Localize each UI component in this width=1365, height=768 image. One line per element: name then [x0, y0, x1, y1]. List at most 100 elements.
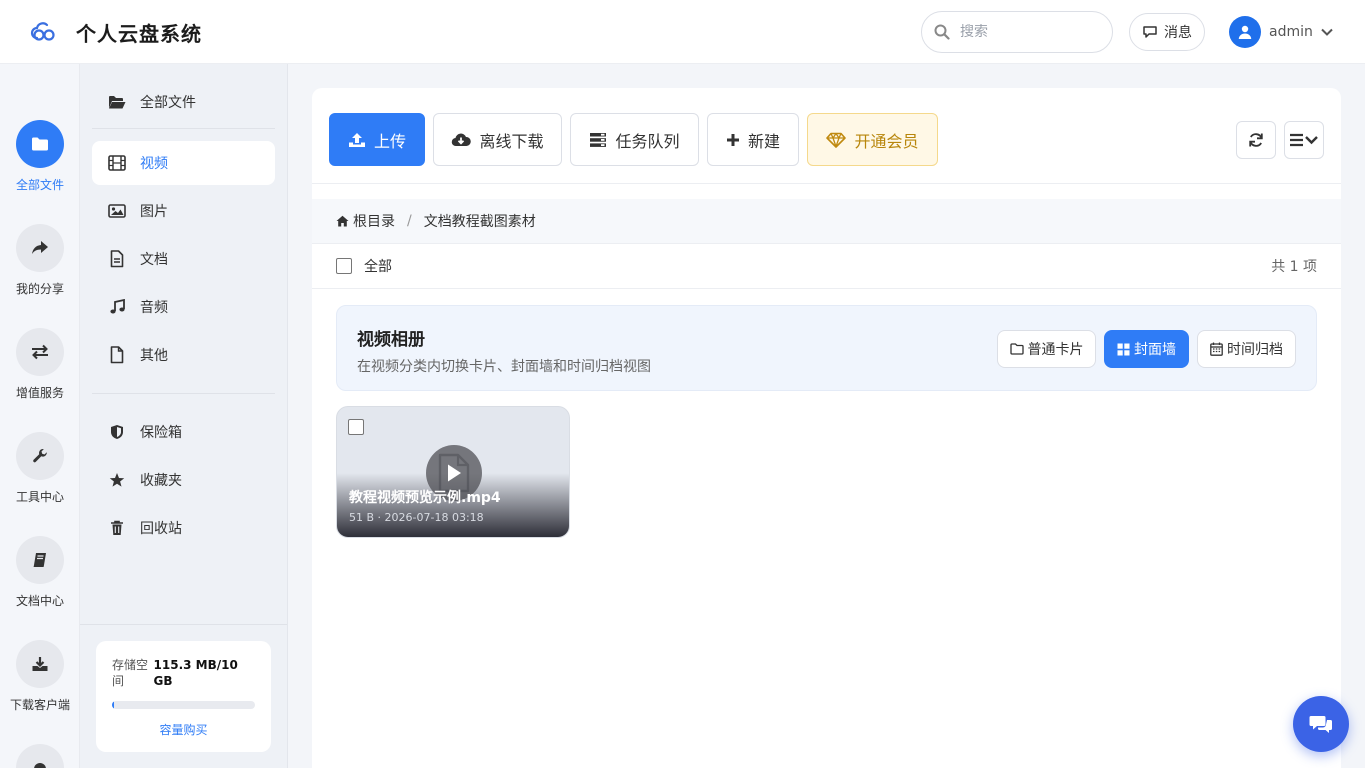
more-icon: [34, 763, 46, 768]
rail-item-download-client[interactable]: 下载客户端: [0, 640, 80, 713]
category-label: 其他: [140, 348, 168, 364]
search-box[interactable]: [921, 11, 1113, 53]
file-meta: 51 B · 2026-07-18 03:18: [349, 511, 484, 524]
task-queue-button[interactable]: 任务队列: [570, 113, 699, 166]
rail-item-all-files[interactable]: 全部文件: [0, 120, 80, 193]
rail-item-docs-center[interactable]: 文档中心: [0, 536, 80, 609]
app-title: 个人云盘系统: [76, 22, 202, 46]
storage-card: 存储空间 115.3 MB/10 GB 容量购买: [96, 641, 271, 752]
diamond-icon: [826, 132, 847, 148]
folder-icon: [32, 137, 48, 151]
view-label: 时间归档: [1227, 342, 1283, 358]
main-panel: 上传 离线下载 任务队列 新建 开通会员 根目录 / 文档教程截图素材 全部 共…: [312, 88, 1341, 768]
rail-item-label: 增值服务: [15, 386, 64, 400]
music-icon: [108, 298, 126, 316]
chat-support-button[interactable]: [1293, 696, 1349, 752]
category-safe[interactable]: 保险箱: [92, 410, 275, 454]
film-icon: [108, 154, 126, 172]
rail-item-value-added[interactable]: 增值服务: [0, 328, 80, 401]
view-time-archive-button[interactable]: 时间归档: [1197, 330, 1296, 368]
category-trash[interactable]: 回收站: [92, 506, 275, 550]
view-label: 普通卡片: [1027, 342, 1084, 358]
category-video[interactable]: 视频: [92, 141, 275, 185]
breadcrumb-root[interactable]: 根目录: [336, 211, 395, 231]
refresh-button[interactable]: [1236, 121, 1276, 159]
item-count: 共 1 项: [1271, 259, 1317, 275]
star-icon: [108, 471, 126, 489]
home-icon: [336, 215, 349, 227]
view-cover-wall-button[interactable]: 封面墙: [1104, 330, 1189, 368]
avatar[interactable]: [1229, 16, 1261, 48]
new-button[interactable]: 新建: [707, 113, 799, 166]
share-icon: [32, 241, 48, 254]
image-icon: [108, 202, 126, 220]
trash-icon: [108, 519, 126, 537]
cloud-logo-icon[interactable]: [30, 20, 58, 44]
storage-progress-fill: [112, 701, 114, 709]
category-other[interactable]: 其他: [92, 333, 275, 377]
wrench-icon: [33, 449, 47, 463]
view-menu-button[interactable]: [1284, 121, 1324, 159]
user-menu[interactable]: admin: [1229, 16, 1333, 48]
rail-item-my-share[interactable]: 我的分享: [0, 224, 80, 297]
category-label: 音频: [140, 300, 168, 316]
category-audio[interactable]: 音频: [92, 285, 275, 329]
category-label: 视频: [140, 156, 168, 172]
category-label: 收藏夹: [140, 473, 182, 489]
toolbar: 上传 离线下载 任务队列 新建 开通会员: [312, 88, 1341, 184]
shield-icon: [108, 423, 126, 441]
messages-button[interactable]: 消息: [1129, 13, 1205, 51]
offline-download-label: 离线下载: [479, 131, 544, 151]
storage-section: 存储空间 115.3 MB/10 GB 容量购买: [80, 624, 287, 768]
category-label: 回收站: [140, 521, 182, 537]
album-description: 在视频分类内切换卡片、封面墙和时间归档视图: [357, 359, 651, 375]
storage-value: 115.3 MB/10 GB: [153, 658, 238, 688]
category-images[interactable]: 图片: [92, 189, 275, 233]
category-all-files[interactable]: 全部文件: [92, 80, 275, 124]
grid-icon: [1117, 343, 1130, 356]
task-queue-label: 任务队列: [615, 131, 680, 151]
exchange-icon: [32, 344, 48, 360]
new-label: 新建: [747, 131, 780, 151]
view-normal-cards-button[interactable]: 普通卡片: [997, 330, 1096, 368]
user-icon: [1238, 25, 1252, 39]
select-all-checkbox[interactable]: [336, 258, 352, 274]
category-favorites[interactable]: 收藏夹: [92, 458, 275, 502]
upload-button[interactable]: 上传: [329, 113, 425, 166]
rail-item-label: 下载客户端: [9, 698, 70, 712]
file-name: 教程视频预览示例.mp4: [349, 490, 501, 506]
file-icon: [108, 346, 126, 364]
top-header: 个人云盘系统 消息 admin: [0, 0, 1365, 64]
rail-item-tools[interactable]: 工具中心: [0, 432, 80, 505]
chat-bubbles-icon: [1309, 716, 1332, 733]
messages-label: 消息: [1164, 25, 1192, 41]
category-documents[interactable]: 文档: [92, 237, 275, 281]
folder-outline-icon: [1009, 343, 1024, 355]
rail-item-label: 文档中心: [15, 594, 64, 608]
category-sidebar: 全部文件 视频 图片 文档 音频 其他 保险箱 收藏夹 回收站 存储空间 115…: [80, 64, 288, 768]
rail-item-label: 我的分享: [15, 282, 64, 296]
calendar-icon: [1210, 342, 1223, 356]
category-label: 图片: [140, 204, 168, 220]
list-icon: [1289, 133, 1319, 147]
category-label: 全部文件: [140, 95, 196, 111]
search-icon: [934, 24, 950, 40]
plus-icon: [726, 133, 740, 147]
rail-item-more[interactable]: [0, 744, 80, 768]
search-input[interactable]: [960, 24, 1100, 40]
buy-capacity-link[interactable]: 容量购买: [112, 721, 255, 738]
offline-download-button[interactable]: 离线下载: [433, 113, 562, 166]
view-label: 封面墙: [1134, 342, 1176, 358]
category-label: 保险箱: [140, 425, 182, 441]
refresh-icon: [1248, 132, 1264, 148]
file-select-checkbox[interactable]: [348, 419, 364, 435]
breadcrumb-current[interactable]: 文档教程截图素材: [424, 211, 536, 231]
video-card[interactable]: 教程视频预览示例.mp4 51 B · 2026-07-18 03:18: [336, 406, 570, 538]
select-all-label: 全部: [364, 259, 392, 275]
play-icon: [448, 464, 461, 482]
chevron-down-icon[interactable]: [1321, 28, 1333, 36]
download-icon: [32, 657, 48, 671]
storage-progress-bar: [112, 701, 255, 709]
vip-button[interactable]: 开通会员: [807, 113, 938, 166]
chat-icon: [1142, 25, 1158, 39]
